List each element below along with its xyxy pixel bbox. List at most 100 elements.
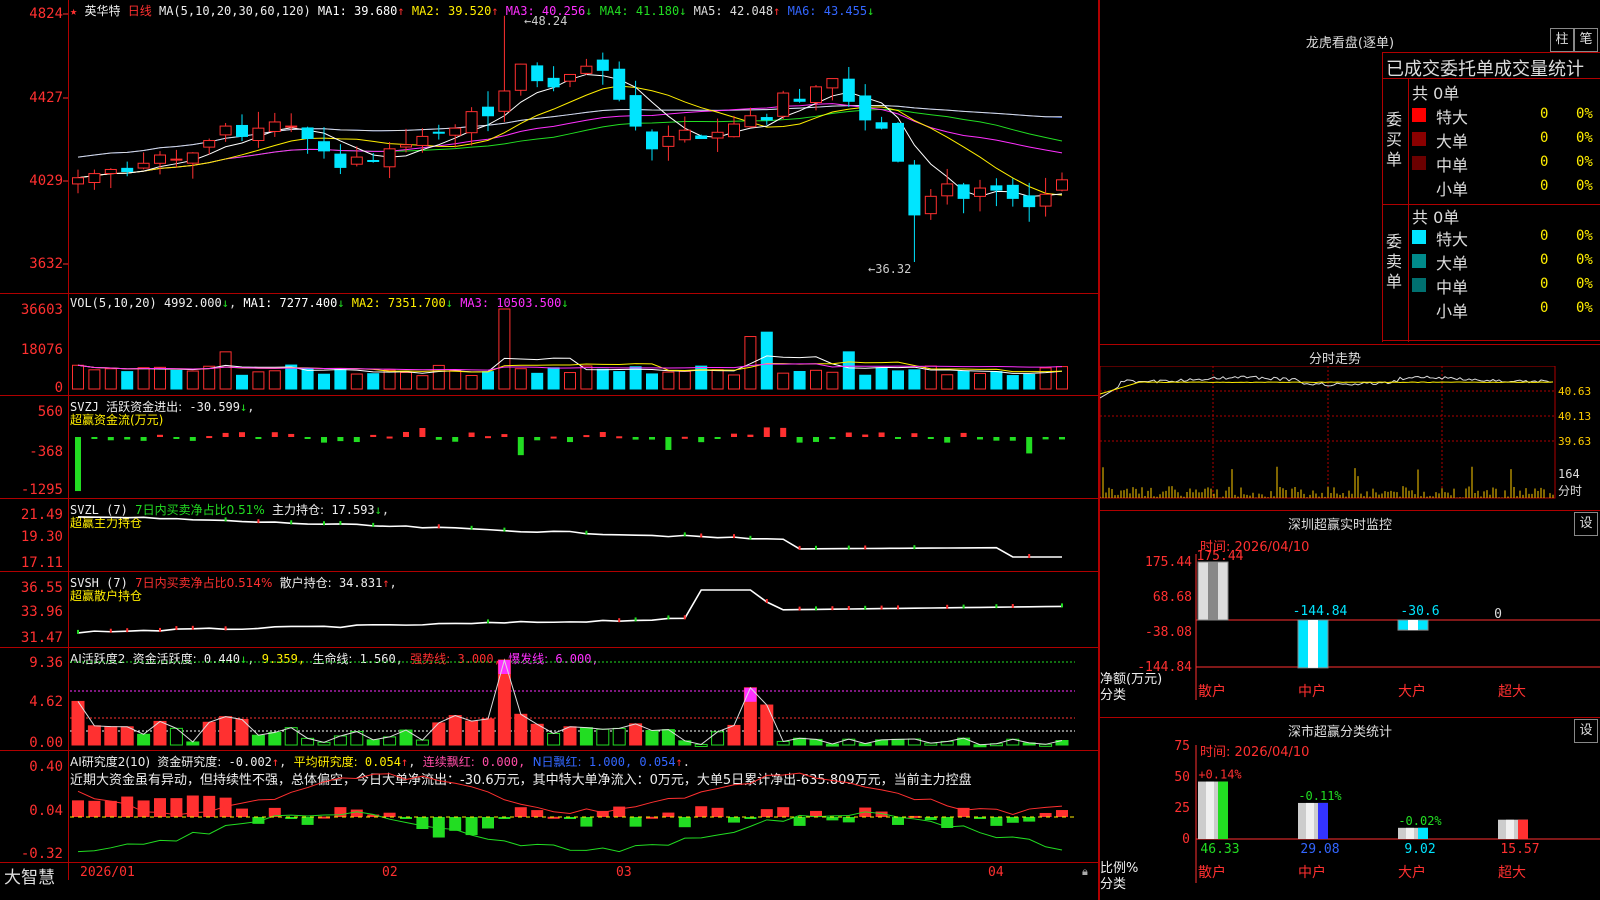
volume-panel[interactable]: VOL(5,10,20) 4992.000↓, MA1: 7277.400↓ M… [0,294,1098,396]
activity-bar [366,739,380,746]
buy-orders-label: 委买单 [1386,110,1403,169]
ratio-chart[interactable]: 75 50 25 0 +0.14% 46.33 散户 -0.11% 29.08 中户 -0.02% 9… [1100,717,1600,900]
szs-y-label: 50 [1174,770,1190,785]
fund-flow-bar [206,436,213,439]
candle-body [400,144,412,148]
vol-bar [990,371,1003,390]
fund-flow-bar [1059,437,1065,440]
vol-y-label: 36603 [21,302,63,318]
price-panel[interactable]: ★ 英华特 日线 MA(5,10,20,30,60,120) MA1: 39.6… [0,0,1098,294]
main-holding-chart[interactable]: 21.49 19.30 17.11 [0,499,1098,571]
candlestick-chart[interactable]: 4824 4427 4029 3632 [0,0,1098,293]
fund-flow-bar [616,436,623,439]
vol-bar [498,308,511,390]
retail-holding-marker [831,606,834,611]
candle-body [219,125,232,136]
svzj-panel[interactable]: SVZJ 活跃资金进出: -30.599↓, 超赢资金流(万元) 560 -368… [0,396,1098,499]
main-holding-y-label: 17.11 [21,555,63,571]
net-amount-value: 175.44 [1197,549,1244,564]
main-holding-marker [372,522,375,527]
sz-monitor-panel[interactable]: 深圳超赢实时监控 设 时间: 2026/04/10 175.44 68.68 -38… [1100,510,1600,717]
order-count: 0 [1540,154,1549,170]
vol-bar [137,367,150,390]
candle-body [104,168,117,175]
main-holding-marker [733,534,735,539]
activity-bar [104,726,118,746]
vol-bar [564,372,576,390]
szs-y-label: 75 [1174,739,1190,754]
svsh-panel[interactable]: SVSH (7) 7日内买卖净占比0.514% 散户持仓: 34.831↑, 超… [0,572,1098,648]
fund-flow-bar [157,434,163,437]
fund-flow-bar [977,437,983,440]
fund-flow-bar [583,435,590,438]
price-y-label: 4824 [29,6,63,22]
sz-stats-cat-label: 分类 [1100,877,1127,892]
ratio-change: -0.11% [1298,789,1342,803]
candle-body [908,164,921,216]
fund-flow-bar [944,437,951,443]
intraday-chart[interactable]: 40.63 40.13 39.63 164 分时 [1100,366,1600,510]
activity-chart[interactable]: 9.36 4.62 0.00 [0,648,1098,750]
order-swatch [1412,108,1426,122]
activity-bar [711,731,725,746]
activity-bar [776,740,790,746]
net-amount-value: -30.6 [1400,604,1439,619]
fund-flow-bar [862,434,869,437]
fund-flow-bar [960,432,967,437]
x-tick-2: 02 [382,865,398,880]
x-tick-1: 2026/01 [80,865,135,880]
research-chart[interactable]: 0.40 0.04 -0.32 [0,751,1098,862]
retail-holding-chart[interactable]: 36.55 33.96 31.47 [0,572,1098,647]
bar-view-button[interactable]: 柱 [1550,28,1574,52]
order-swatch [1412,132,1426,146]
activity-bar [530,723,544,746]
main-holding-marker [470,525,473,530]
price-y-label: 3632 [29,256,63,272]
sz-stats-panel[interactable]: 深市超赢分类统计 设 时间: 2026/04/10 75 50 25 0 +0.14% 4… [1100,717,1600,900]
ai-research-panel[interactable]: AI研究度2(10) 资金研究度: -0.002↑, 平均研究度: 0.054↑… [0,751,1098,863]
ai-activity-panel[interactable]: AI活跃度2 资金活跃度: 0.440↓, 9.359, 生命线: 1.560,… [0,648,1098,751]
fund-flow-chart[interactable]: 560 -368 -1295 [0,396,1098,498]
candle-body [482,106,494,117]
retail-holding-marker [995,604,998,609]
order-swatch [1412,278,1426,292]
tick-view-button[interactable]: 笔 [1574,28,1598,52]
main-holding-marker [700,533,703,538]
activity-bar [219,716,233,746]
candle-body [875,122,888,129]
szm-category: 中户 [1298,683,1326,700]
fund-flow-bar [140,437,147,441]
main-holding-marker [864,545,867,550]
candle-body [892,122,904,162]
order-count: 0 [1540,300,1549,316]
candle-body [547,77,560,88]
candle-body [695,135,708,139]
retail-holding-marker [946,604,949,609]
fund-flow-bar [517,437,524,456]
activity-bar [251,734,265,746]
vol-bar [629,366,642,390]
main-holding-marker [1028,554,1031,558]
research-bar [1006,817,1019,823]
order-type-label: 小单 [1436,302,1469,321]
vol-bar [301,368,314,390]
research-bar [203,795,216,817]
vol-bar [1023,373,1036,390]
lock-icon[interactable]: 🔒︎ [1082,865,1088,879]
volume-chart[interactable]: 36603 18076 0 [0,294,1098,395]
candle-body [186,152,199,164]
candle-body [203,140,216,148]
retail-holding-marker [962,604,965,609]
order-type-label: 大单 [1436,254,1469,273]
activity-bar [547,732,561,746]
net-amount-chart[interactable]: 175.4468.68-38.08-144.84175.44散户-144.84中… [1100,510,1600,717]
activity-bar [481,718,495,746]
candle-body [465,111,478,134]
research-bar [1039,812,1052,817]
svzl-panel[interactable]: SVZL (7) 7日内买卖净占比0.51% 主力持仓: 17.593↓, 超赢… [0,499,1098,572]
research-bar [236,808,248,817]
order-count: 0 [1540,130,1549,146]
vol-bar [154,366,166,390]
vol-y-label: 0 [55,380,63,395]
intraday-panel[interactable]: 分时走势 40.63 40.13 39.63 164 分时 [1100,344,1600,510]
